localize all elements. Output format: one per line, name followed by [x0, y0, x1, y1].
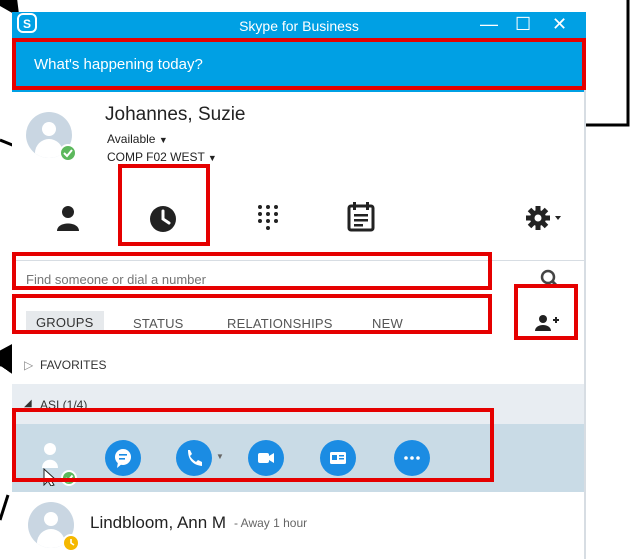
presence-away-icon [62, 534, 80, 552]
profile-section: Johannes, Suzie Available ▼ COMP F02 WES… [12, 92, 586, 179]
highlight-filters [12, 294, 492, 334]
close-icon[interactable]: ✕ [552, 14, 567, 35]
location-dropdown[interactable]: COMP F02 WEST ▼ [107, 150, 217, 164]
status-label: Available [107, 132, 156, 146]
window-title: Skype for Business [239, 18, 359, 34]
group-favorites[interactable]: ▷ FAVORITES [12, 346, 586, 385]
chevron-down-icon: ▼ [207, 153, 217, 163]
highlight-conversations-tab [118, 164, 210, 246]
chevron-down-icon: ▼ [158, 135, 168, 145]
chevron-right-icon: ▷ [24, 358, 34, 372]
highlight-add-contact [514, 284, 578, 340]
status-dropdown[interactable]: Available ▼ [107, 132, 168, 146]
arrow-titlebar [0, 0, 20, 17]
title-bar: S Skype for Business — ☐ ✕ [12, 12, 586, 40]
options-button[interactable] [525, 204, 565, 232]
window-border [584, 40, 586, 559]
tab-meetings[interactable] [346, 200, 376, 232]
highlight-personal-note [12, 38, 586, 90]
profile-name: Johannes, Suzie [105, 104, 246, 125]
arrow-contact [0, 494, 10, 521]
highlight-search [12, 252, 492, 290]
minimize-icon[interactable]: — [480, 14, 498, 35]
contact-row[interactable]: Lindbloom, Ann M - Away 1 hour [12, 492, 586, 559]
tab-contacts[interactable] [54, 204, 82, 232]
presence-available-icon [59, 144, 77, 162]
highlight-contact-actions [12, 408, 494, 482]
location-label: COMP F02 WEST [107, 150, 205, 164]
gear-icon [526, 206, 561, 230]
tab-dialpad[interactable] [257, 204, 279, 232]
main-tabs [12, 178, 586, 261]
contact-status: - Away 1 hour [234, 516, 308, 530]
group-label: FAVORITES [40, 358, 107, 372]
maximize-icon[interactable]: ☐ [515, 14, 531, 35]
contact-name: Lindbloom, Ann M [90, 513, 227, 532]
